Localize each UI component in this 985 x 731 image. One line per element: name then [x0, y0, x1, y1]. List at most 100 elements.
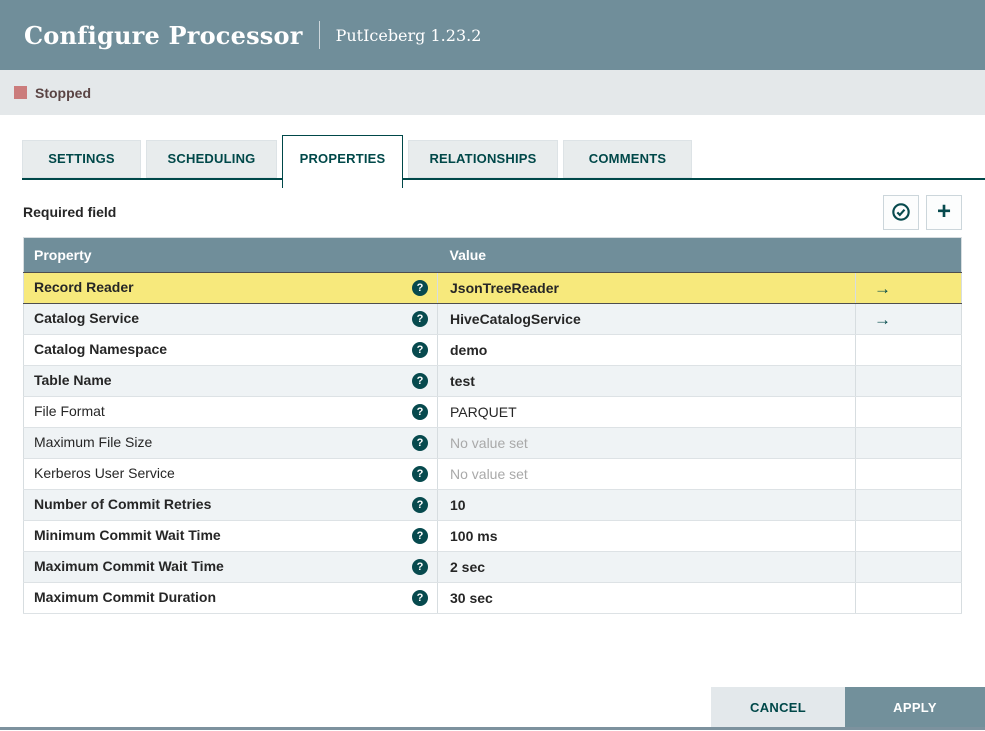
- property-name-cell: Catalog Namespace?: [23, 334, 438, 366]
- property-value-cell[interactable]: 10: [437, 489, 856, 521]
- goto-service-cell: [855, 334, 962, 366]
- table-header-row: Property Value: [23, 237, 962, 273]
- property-name-cell: Maximum Commit Wait Time?: [23, 551, 438, 583]
- cancel-button[interactable]: CANCEL: [711, 687, 845, 727]
- question-mark-icon[interactable]: ?: [412, 373, 428, 389]
- property-name: Minimum Commit Wait Time: [34, 526, 221, 543]
- goto-service-cell: [855, 489, 962, 521]
- required-field-label: Required field: [23, 204, 117, 220]
- property-name: Kerberos User Service: [34, 464, 175, 481]
- toolbar-buttons: +: [883, 194, 962, 230]
- value-column-header: Value: [437, 237, 856, 273]
- property-value-cell[interactable]: demo: [437, 334, 856, 366]
- tab-settings[interactable]: SETTINGS: [22, 140, 141, 178]
- title-divider: [318, 21, 320, 49]
- configure-processor-dialog: Configure Processor PutIceberg 1.23.2 St…: [0, 0, 985, 731]
- question-mark-icon[interactable]: ?: [412, 559, 428, 575]
- dialog-bottom-edge: [0, 727, 985, 730]
- check-circle-icon: [891, 202, 911, 222]
- property-row[interactable]: Maximum Commit Wait Time? 2 sec: [23, 551, 962, 583]
- property-name-cell: Table Name?: [23, 365, 438, 397]
- properties-table: Property Value Record Reader? JsonTreeRea…: [23, 237, 962, 614]
- plus-icon: +: [936, 198, 951, 225]
- goto-service-cell: →: [855, 272, 962, 304]
- property-name: Maximum Commit Wait Time: [34, 557, 224, 574]
- property-name: File Format: [34, 402, 105, 419]
- processor-type-version: PutIceberg 1.23.2: [335, 25, 482, 45]
- property-name-cell: Catalog Service?: [23, 303, 438, 335]
- property-value-cell[interactable]: PARQUET: [437, 396, 856, 428]
- property-name-cell: Number of Commit Retries?: [23, 489, 438, 521]
- property-name: Record Reader: [34, 278, 134, 295]
- tabs-container: SETTINGS SCHEDULING PROPERTIES RELATIONSHIP…: [22, 135, 985, 188]
- property-row[interactable]: Catalog Service? HiveCatalogService →: [23, 303, 962, 335]
- property-value-cell[interactable]: 100 ms: [437, 520, 856, 552]
- property-row[interactable]: Maximum File Size? No value set: [23, 427, 962, 459]
- property-column-header: Property: [23, 237, 438, 273]
- property-row[interactable]: Number of Commit Retries? 10: [23, 489, 962, 521]
- property-name: Catalog Namespace: [34, 340, 168, 357]
- property-row[interactable]: Catalog Namespace? demo: [23, 334, 962, 366]
- tab-bar: SETTINGS SCHEDULING PROPERTIES RELATIONSHIP…: [0, 135, 985, 188]
- question-mark-icon[interactable]: ?: [412, 342, 428, 358]
- goto-service-cell: [855, 582, 962, 614]
- property-value-cell[interactable]: JsonTreeReader: [437, 272, 856, 304]
- question-mark-icon[interactable]: ?: [412, 466, 428, 482]
- property-name: Maximum Commit Duration: [34, 588, 217, 605]
- properties-toolbar: Required field +: [0, 194, 985, 230]
- dialog-header: Configure Processor PutIceberg 1.23.2: [0, 0, 985, 70]
- property-name-cell: Record Reader?: [23, 272, 438, 304]
- question-mark-icon[interactable]: ?: [412, 435, 428, 451]
- status-bar: Stopped: [0, 70, 985, 115]
- property-value-cell[interactable]: No value set: [437, 427, 856, 459]
- question-mark-icon[interactable]: ?: [412, 404, 428, 420]
- question-mark-icon[interactable]: ?: [412, 590, 428, 606]
- property-name-cell: Minimum Commit Wait Time?: [23, 520, 438, 552]
- tab-scheduling[interactable]: SCHEDULING: [146, 140, 277, 178]
- property-name-cell: Maximum Commit Duration?: [23, 582, 438, 614]
- goto-service-cell: [855, 427, 962, 459]
- question-mark-icon[interactable]: ?: [412, 280, 428, 296]
- right-arrow-icon[interactable]: →: [874, 279, 891, 298]
- right-arrow-icon[interactable]: →: [874, 310, 891, 329]
- properties-table-body: Record Reader? JsonTreeReader → Catalog Ser…: [23, 272, 962, 614]
- goto-service-cell: [855, 458, 962, 490]
- tab-properties[interactable]: PROPERTIES: [282, 135, 403, 188]
- question-mark-icon[interactable]: ?: [412, 497, 428, 513]
- goto-service-cell: [855, 520, 962, 552]
- tab-relationships[interactable]: RELATIONSHIPS: [408, 140, 558, 178]
- property-name: Catalog Service: [34, 309, 140, 326]
- question-mark-icon[interactable]: ?: [412, 528, 428, 544]
- property-row[interactable]: File Format? PARQUET: [23, 396, 962, 428]
- property-name-cell: File Format?: [23, 396, 438, 428]
- property-row[interactable]: Minimum Commit Wait Time? 100 ms: [23, 520, 962, 552]
- verify-properties-button[interactable]: [883, 194, 919, 230]
- goto-column-header: [855, 237, 962, 273]
- property-row[interactable]: Table Name? test: [23, 365, 962, 397]
- tab-underline: [22, 178, 985, 180]
- property-row[interactable]: Maximum Commit Duration? 30 sec: [23, 582, 962, 614]
- tab-comments[interactable]: COMMENTS: [563, 140, 692, 178]
- goto-service-cell: →: [855, 303, 962, 335]
- property-name-cell: Kerberos User Service?: [23, 458, 438, 490]
- property-row[interactable]: Kerberos User Service? No value set: [23, 458, 962, 490]
- status-label: Stopped: [35, 84, 91, 101]
- dialog-title: Configure Processor: [24, 20, 303, 50]
- apply-button[interactable]: APPLY: [845, 687, 985, 727]
- property-name: Number of Commit Retries: [34, 495, 212, 512]
- goto-service-cell: [855, 396, 962, 428]
- property-value-cell[interactable]: HiveCatalogService: [437, 303, 856, 335]
- goto-service-cell: [855, 551, 962, 583]
- goto-service-cell: [855, 365, 962, 397]
- add-property-button[interactable]: +: [926, 194, 962, 230]
- property-value-cell[interactable]: 2 sec: [437, 551, 856, 583]
- property-row[interactable]: Record Reader? JsonTreeReader →: [23, 272, 962, 304]
- stopped-status-icon: [14, 86, 27, 99]
- property-value-cell[interactable]: No value set: [437, 458, 856, 490]
- question-mark-icon[interactable]: ?: [412, 311, 428, 327]
- properties-table-wrap: Property Value Record Reader? JsonTreeRea…: [0, 237, 985, 614]
- property-value-cell[interactable]: 30 sec: [437, 582, 856, 614]
- property-name: Maximum File Size: [34, 433, 153, 450]
- property-value-cell[interactable]: test: [437, 365, 856, 397]
- property-name-cell: Maximum File Size?: [23, 427, 438, 459]
